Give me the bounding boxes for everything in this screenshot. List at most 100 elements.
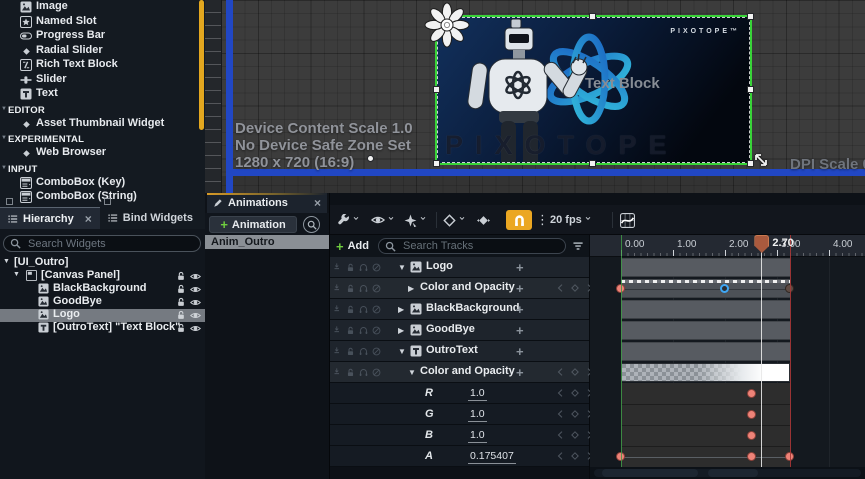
palette-item-named-slot[interactable]: Named Slot <box>0 15 205 30</box>
phones-icon[interactable] <box>359 326 368 335</box>
filter-icon[interactable] <box>573 241 584 252</box>
visibility-eye-icon[interactable] <box>190 310 201 321</box>
channel-value[interactable]: 1.0 <box>468 429 487 443</box>
key-all-button[interactable] <box>477 210 490 230</box>
keyframe-selected[interactable] <box>720 284 729 293</box>
pivot-dot[interactable] <box>367 155 374 162</box>
palette-footer-checkbox[interactable] <box>104 198 111 205</box>
pin-icon[interactable] <box>333 368 342 377</box>
add-key-icon[interactable] <box>570 409 580 419</box>
fps-dropdown[interactable]: 20 fps <box>550 210 593 230</box>
palette-item-text[interactable]: Text <box>0 87 205 102</box>
palette-item-progress-bar[interactable]: Progress Bar <box>0 29 205 44</box>
slash-icon[interactable] <box>372 263 381 272</box>
resize-handle[interactable] <box>589 13 596 20</box>
resize-handle[interactable] <box>589 160 596 167</box>
previous-key-icon[interactable] <box>556 430 566 440</box>
tab-hierarchy[interactable]: Hierarchy × <box>0 207 100 229</box>
add-section-button[interactable]: + <box>516 344 524 359</box>
lock-icon[interactable] <box>176 297 186 307</box>
search-tracks-box[interactable] <box>378 238 566 254</box>
previous-key-icon[interactable] <box>556 409 566 419</box>
previous-key-icon[interactable] <box>556 451 566 461</box>
resize-handle[interactable] <box>433 160 440 167</box>
add-key-icon[interactable] <box>570 388 580 398</box>
add-track-button[interactable]: + Add <box>336 238 369 254</box>
palette-item-combobox-key[interactable]: ComboBox (Key) <box>0 176 205 191</box>
slash-icon[interactable] <box>372 326 381 335</box>
section-bar-blackbackground[interactable] <box>621 300 790 319</box>
keyframe-salmon[interactable] <box>747 389 756 398</box>
playback-end-marker[interactable] <box>790 235 791 467</box>
add-key-icon[interactable] <box>570 430 580 440</box>
lock-icon[interactable] <box>176 310 186 320</box>
add-section-button[interactable]: + <box>516 260 524 275</box>
snap-magnet-button[interactable] <box>506 210 532 230</box>
lock-icon[interactable] <box>346 368 355 377</box>
previous-key-icon[interactable] <box>556 367 566 377</box>
close-icon[interactable]: × <box>85 212 92 226</box>
palette-scrollbar[interactable] <box>199 0 204 130</box>
timeline-scrollbar[interactable] <box>590 467 865 479</box>
hierarchy-row-goodbye[interactable]: GoodBye <box>0 296 205 309</box>
lock-icon[interactable] <box>346 326 355 335</box>
expander-arrow[interactable]: ▶ <box>398 305 404 314</box>
section-bar-outrotext[interactable] <box>621 342 790 361</box>
visibility-eye-icon[interactable] <box>190 297 201 308</box>
pin-icon[interactable] <box>333 284 342 293</box>
timeline-area[interactable]: 0.001.002.003.004.00 2.70 <box>590 235 865 479</box>
section-bar-color-and-opacity[interactable] <box>621 279 790 298</box>
auto-key-button[interactable] <box>443 210 467 230</box>
palette-section-editor[interactable]: ▼EDITOR <box>0 102 205 117</box>
expander-arrow[interactable]: ▼ <box>13 271 20 278</box>
add-section-button[interactable]: + <box>516 281 524 296</box>
resize-handle[interactable] <box>747 86 754 93</box>
visibility-eye-icon[interactable] <box>190 271 201 282</box>
search-tracks-input[interactable] <box>401 239 559 253</box>
playback-start-marker[interactable] <box>621 235 622 467</box>
keyframe-salmon[interactable] <box>747 452 756 461</box>
lock-icon[interactable] <box>176 271 186 281</box>
curve-editor-button[interactable] <box>620 210 635 230</box>
visibility-eye-icon[interactable] <box>190 284 201 295</box>
palette-item-rich-text-block[interactable]: Rich Text Block <box>0 58 205 73</box>
expander-arrow[interactable]: ▼ <box>398 347 406 356</box>
keyframe-salmon[interactable] <box>747 431 756 440</box>
palette-item-radial-slider[interactable]: Radial Slider <box>0 44 205 59</box>
pin-icon[interactable] <box>333 305 342 314</box>
channel-value[interactable]: 1.0 <box>468 408 487 422</box>
search-widgets-box[interactable] <box>3 235 201 252</box>
lock-icon[interactable] <box>176 323 186 333</box>
phones-icon[interactable] <box>359 305 368 314</box>
animation-item-anim-outro[interactable]: Anim_Outro <box>205 235 329 249</box>
pin-icon[interactable] <box>333 347 342 356</box>
palette-footer-checkbox[interactable] <box>6 198 13 205</box>
phones-icon[interactable] <box>359 284 368 293</box>
previous-key-icon[interactable] <box>556 388 566 398</box>
view-options-button[interactable] <box>371 210 396 230</box>
palette-item-web-browser[interactable]: Web Browser <box>0 146 205 161</box>
anchor-medallion-icon[interactable] <box>424 1 470 49</box>
close-icon[interactable]: × <box>314 196 321 210</box>
search-widgets-input[interactable] <box>26 237 194 251</box>
text-block-widget[interactable]: Text Block <box>585 75 660 92</box>
slash-icon[interactable] <box>372 305 381 314</box>
alpha-gradient-bar[interactable] <box>621 363 790 382</box>
channel-row-b[interactable]: B1.0 <box>330 425 589 446</box>
track-row-goodbye[interactable]: ▶GoodBye+ <box>330 320 589 341</box>
playhead-line[interactable] <box>761 251 762 467</box>
slash-icon[interactable] <box>372 347 381 356</box>
expander-arrow[interactable]: ▶ <box>398 326 404 335</box>
add-key-icon[interactable] <box>570 367 580 377</box>
add-key-icon[interactable] <box>570 451 580 461</box>
section-bar-logo[interactable] <box>621 258 790 277</box>
pin-icon[interactable] <box>333 326 342 335</box>
slash-icon[interactable] <box>372 368 381 377</box>
channel-value[interactable]: 0.175407 <box>468 450 516 464</box>
track-row-blackbackground[interactable]: ▶BlackBackground+ <box>330 299 589 320</box>
add-animation-button[interactable]: + Animation <box>209 216 297 233</box>
palette-item-slider[interactable]: Slider <box>0 73 205 88</box>
resize-handle[interactable] <box>747 13 754 20</box>
phones-icon[interactable] <box>359 368 368 377</box>
hierarchy-row-outrotext-text-block[interactable]: [OutroText] "Text Block" <box>0 322 205 335</box>
